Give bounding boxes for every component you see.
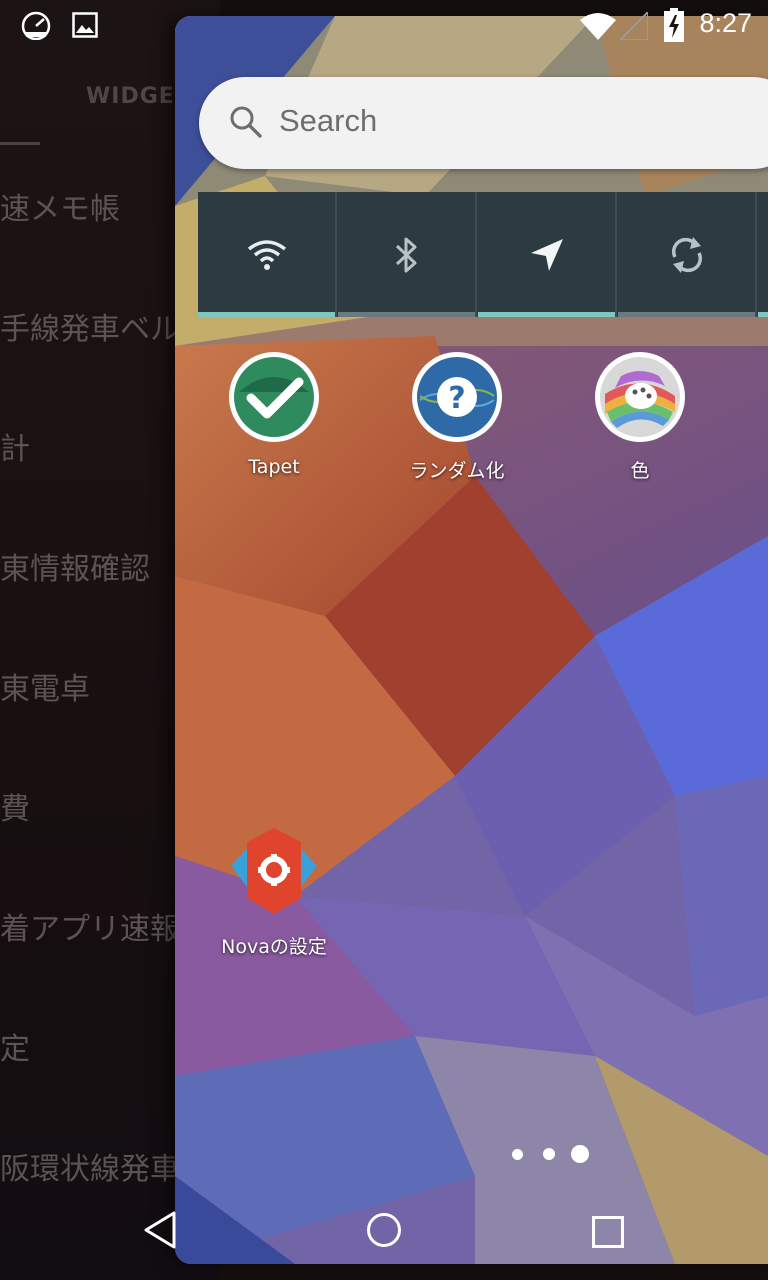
app-label: 色 — [630, 460, 650, 482]
toggle-indicator — [758, 312, 768, 317]
random-question-icon: ? — [412, 352, 502, 442]
app-color[interactable]: 色 — [550, 352, 730, 492]
page-dot[interactable] — [512, 1149, 523, 1160]
clock: 8:27 — [699, 8, 752, 38]
drawer-item[interactable]: 定 — [0, 1024, 30, 1068]
app-tapet[interactable]: Tapet — [184, 352, 364, 492]
toggle-partial[interactable] — [758, 192, 768, 317]
app-label: ランダム化 — [409, 460, 505, 482]
status-bar: 8:27 — [0, 0, 768, 50]
app-label: Novaの設定 — [221, 936, 327, 958]
drawer-item[interactable]: 計 — [0, 424, 30, 468]
page-dot[interactable] — [543, 1148, 555, 1160]
toggle-indicator — [198, 312, 335, 317]
sync-icon — [671, 236, 702, 273]
drawer-item[interactable]: 手線発車ベル — [0, 304, 180, 348]
power-toggles-widget — [198, 192, 768, 317]
toggle-indicator — [618, 312, 755, 317]
back-icon[interactable] — [142, 1210, 178, 1250]
color-palette-icon — [595, 352, 685, 442]
app-randomize[interactable]: ? ランダム化 — [367, 352, 547, 492]
location-icon — [530, 238, 563, 271]
search-icon — [230, 106, 262, 138]
bluetooth-icon — [395, 237, 416, 272]
drawer-item[interactable]: 費 — [0, 784, 30, 828]
recents-icon[interactable] — [592, 1216, 624, 1248]
tapet-check-icon — [229, 352, 319, 442]
svg-text:?: ? — [448, 381, 465, 416]
image-icon — [72, 12, 98, 38]
app-label: Tapet — [248, 456, 300, 478]
speedometer-icon — [21, 11, 51, 40]
toggle-wifi[interactable] — [198, 192, 337, 317]
drawer-item[interactable]: 東電卓 — [0, 664, 90, 708]
nova-settings-icon — [229, 826, 319, 916]
wifi-icon — [247, 239, 286, 270]
toggle-indicator — [478, 312, 615, 317]
battery-charging-icon — [664, 8, 684, 42]
navigation-bar — [0, 1180, 768, 1280]
drawer-item[interactable]: 東情報確認 — [0, 544, 150, 588]
drawer-item[interactable]: 速メモ帳 — [0, 184, 120, 228]
screen: WIDGET 速メモ帳 手線発車ベル 計 東情報確認 東電卓 費 着アプリ速報 … — [0, 0, 768, 1280]
app-nova-settings[interactable]: Novaの設定 — [184, 826, 364, 960]
tab-indicator — [0, 142, 40, 145]
search-placeholder: Search — [279, 103, 378, 138]
wifi-icon — [580, 13, 616, 40]
drawer-item[interactable]: 着アプリ速報 — [0, 904, 180, 948]
signal-icon — [620, 12, 648, 40]
toggle-indicator — [338, 312, 475, 317]
search-bar[interactable]: Search — [199, 77, 768, 169]
toggle-location[interactable] — [478, 192, 617, 317]
toggle-bluetooth[interactable] — [338, 192, 477, 317]
home-icon[interactable] — [366, 1212, 402, 1248]
toggle-sync[interactable] — [618, 192, 757, 317]
page-dot-current[interactable] — [571, 1145, 589, 1163]
